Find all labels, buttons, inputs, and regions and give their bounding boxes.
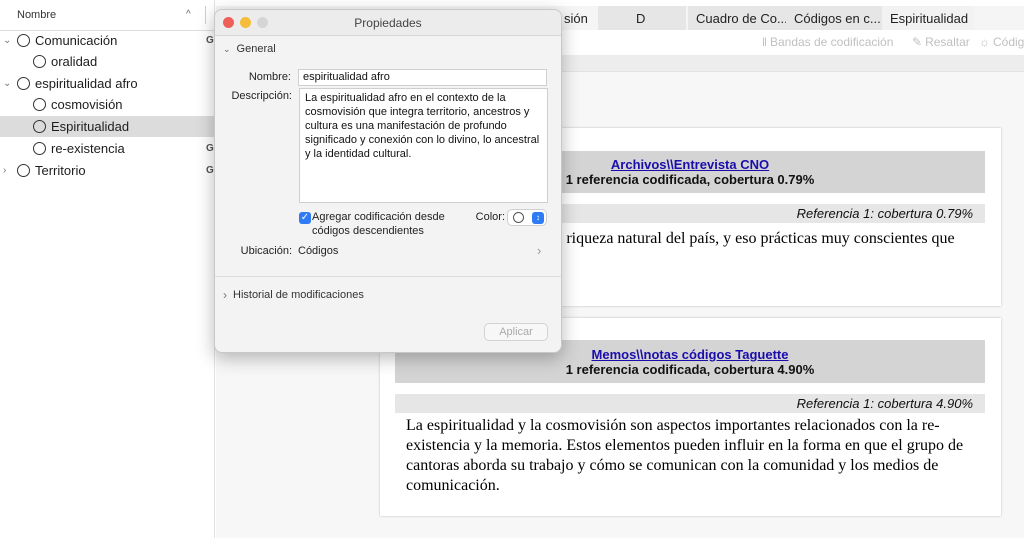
history-section-toggle[interactable]: › Historial de modificaciones xyxy=(223,288,364,302)
coding-bands-button[interactable]: ‖ Bandas de codificación xyxy=(762,35,893,49)
tab-d[interactable]: D xyxy=(598,6,686,30)
general-section-toggle[interactable]: ⌄ General xyxy=(223,43,276,55)
location-label: Ubicación: xyxy=(240,245,292,257)
add-coding-label: Agregar codificación desde códigos desce… xyxy=(312,211,445,237)
tab-espiritualidad[interactable]: Espiritualidad xyxy=(882,6,974,30)
chevron-updown-icon: ↕ xyxy=(532,212,544,224)
chevron-right-icon[interactable]: › xyxy=(537,243,541,258)
tab-cuadro[interactable]: Cuadro de Co... xyxy=(688,6,786,30)
color-picker[interactable]: ↕ xyxy=(507,209,547,226)
chevron-down-icon: ⌄ xyxy=(223,43,231,54)
reference-summary: 1 referencia codificada, cobertura 0.79% xyxy=(565,172,815,187)
tree-column-header[interactable]: Nombre ^ xyxy=(0,0,214,31)
general-section-label: General xyxy=(236,43,276,55)
tree-item-espiritualidad-afro[interactable]: ⌄ espiritualidad afro xyxy=(0,73,215,94)
add-coding-checkbox[interactable]: ✓ xyxy=(299,212,311,224)
column-title: Nombre xyxy=(17,9,57,21)
tree-item-oralidad[interactable]: oralidad xyxy=(0,51,215,72)
tree-item-label: oralidad xyxy=(51,54,98,69)
color-swatch-icon xyxy=(513,212,524,223)
chevron-down-icon[interactable]: ⌄ xyxy=(3,35,11,46)
window-title: Propiedades xyxy=(354,16,422,30)
section-divider xyxy=(215,276,561,277)
pen-icon: ✎ xyxy=(912,35,923,49)
tab-vision[interactable]: sión xyxy=(556,6,598,30)
history-section-label: Historial de modificaciones xyxy=(233,289,364,301)
code-circle-icon xyxy=(17,77,30,90)
sort-ascending-icon[interactable]: ^ xyxy=(186,9,191,20)
code-circle-icon xyxy=(17,34,30,47)
tree-item-mark: G xyxy=(206,165,214,176)
coding-bands-label: Bandas de codificación xyxy=(769,35,894,49)
chevron-down-icon[interactable]: ⌄ xyxy=(3,78,11,89)
code-circle-icon xyxy=(17,164,30,177)
tree-item-territorio[interactable]: › Territorio G xyxy=(0,160,215,181)
tree-item-label: Espiritualidad xyxy=(51,119,130,134)
code-circle-icon xyxy=(33,142,46,155)
description-label: Descripción: xyxy=(231,90,292,102)
chevron-right-icon: › xyxy=(223,288,227,302)
reference-text: La espiritualidad y la cosmovisión son a… xyxy=(406,417,964,494)
tree-item-mark: G xyxy=(206,143,214,154)
code-circle-icon xyxy=(33,55,46,68)
location-value: Códigos xyxy=(298,245,339,257)
code-tree: Nombre ^ ⌄ Comunicación G oralidad ⌄ esp… xyxy=(0,0,215,538)
tree-item-re-existencia[interactable]: re-existencia G xyxy=(0,138,215,159)
reference-summary: 1 referencia codificada, cobertura 4.90% xyxy=(565,362,815,377)
properties-window: Propiedades ⌄ General Nombre: espiritual… xyxy=(214,9,562,353)
bands-icon: ‖ xyxy=(762,35,767,49)
name-field[interactable]: espiritualidad afro xyxy=(298,69,547,86)
tab-codigos-en-c[interactable]: Códigos en c... xyxy=(786,6,882,30)
apply-button[interactable]: Aplicar xyxy=(484,323,548,341)
tree-item-mark: G xyxy=(206,35,214,46)
column-divider xyxy=(205,6,206,24)
color-label: Color: xyxy=(475,211,505,223)
highlight-label: Resaltar xyxy=(925,35,970,49)
tree-item-espiritualidad[interactable]: Espiritualidad xyxy=(0,116,215,137)
tree-item-label: Territorio xyxy=(35,163,86,178)
tree-item-label: espiritualidad afro xyxy=(35,76,138,91)
code-circle-icon xyxy=(33,120,46,133)
tree-item-label: re-existencia xyxy=(51,141,125,156)
reference-coverage: Referencia 1: cobertura 4.90% xyxy=(395,394,985,413)
tree-item-label: cosmovisión xyxy=(51,97,123,112)
tree-item-label: Comunicación xyxy=(35,33,118,48)
chevron-right-icon[interactable]: › xyxy=(3,165,6,176)
name-label: Nombre: xyxy=(248,71,291,83)
code-circle-icon xyxy=(33,98,46,111)
tree-item-comunicacion[interactable]: ⌄ Comunicación G xyxy=(0,30,215,51)
highlight-button[interactable]: ✎ Resaltar xyxy=(912,35,970,49)
sun-icon: ☼ xyxy=(979,35,990,49)
codes-button[interactable]: ☼ Códigos xyxy=(979,35,1024,49)
tree-item-cosmovision[interactable]: cosmovisión xyxy=(0,94,215,115)
description-field[interactable]: La espiritualidad afro en el contexto de… xyxy=(299,88,548,203)
codes-label: Códigos xyxy=(993,35,1024,49)
window-titlebar[interactable]: Propiedades xyxy=(215,10,561,36)
